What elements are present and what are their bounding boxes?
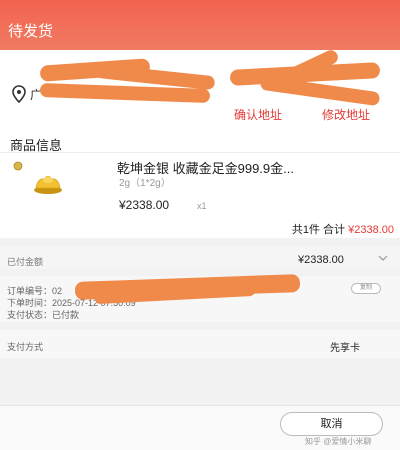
order-number-label: 订单编号： — [7, 286, 53, 296]
paid-amount-value: ¥2338.00 — [298, 254, 344, 266]
status-header: 待发货 — [0, 0, 400, 50]
location-pin-icon — [12, 85, 26, 103]
total-prefix: 共1件 合计 — [291, 224, 346, 236]
divider — [0, 152, 400, 153]
payment-status-row: 支付状态：已付款 — [7, 308, 79, 321]
goods-price: ¥2338.00 — [119, 198, 170, 212]
payment-status-value: 已付款 — [52, 310, 80, 320]
payment-status-label: 支付状态： — [7, 310, 53, 320]
paid-amount-label: 已付金额 — [7, 257, 44, 267]
goods-quantity: x1 — [197, 201, 207, 211]
total-amount: ¥2338.00 — [348, 224, 394, 236]
cancel-order-button[interactable]: 取消 — [280, 412, 383, 436]
confirm-address-button[interactable]: 确认地址 — [234, 106, 282, 123]
payment-method-label: 支付方式 — [7, 342, 44, 352]
brand-logo-icon — [13, 161, 23, 171]
page-title: 待发货 — [8, 23, 54, 40]
modify-address-button[interactable]: 修改地址 — [322, 106, 370, 123]
order-total: 共1件 合计 ¥2338.00 — [292, 221, 394, 237]
payment-method-value: 先享卡 — [330, 343, 360, 354]
chevron-down-icon[interactable] — [378, 254, 388, 262]
watermark: 知乎 @爱情小米聊 — [305, 437, 372, 446]
order-number-value: 02 — [52, 286, 63, 296]
goods-spec: 2g（1*2g） — [119, 178, 171, 189]
product-thumbnail[interactable] — [10, 160, 100, 200]
order-time-label: 下单时间： — [7, 298, 53, 308]
copy-order-number-button[interactable]: 复制 — [351, 283, 381, 294]
